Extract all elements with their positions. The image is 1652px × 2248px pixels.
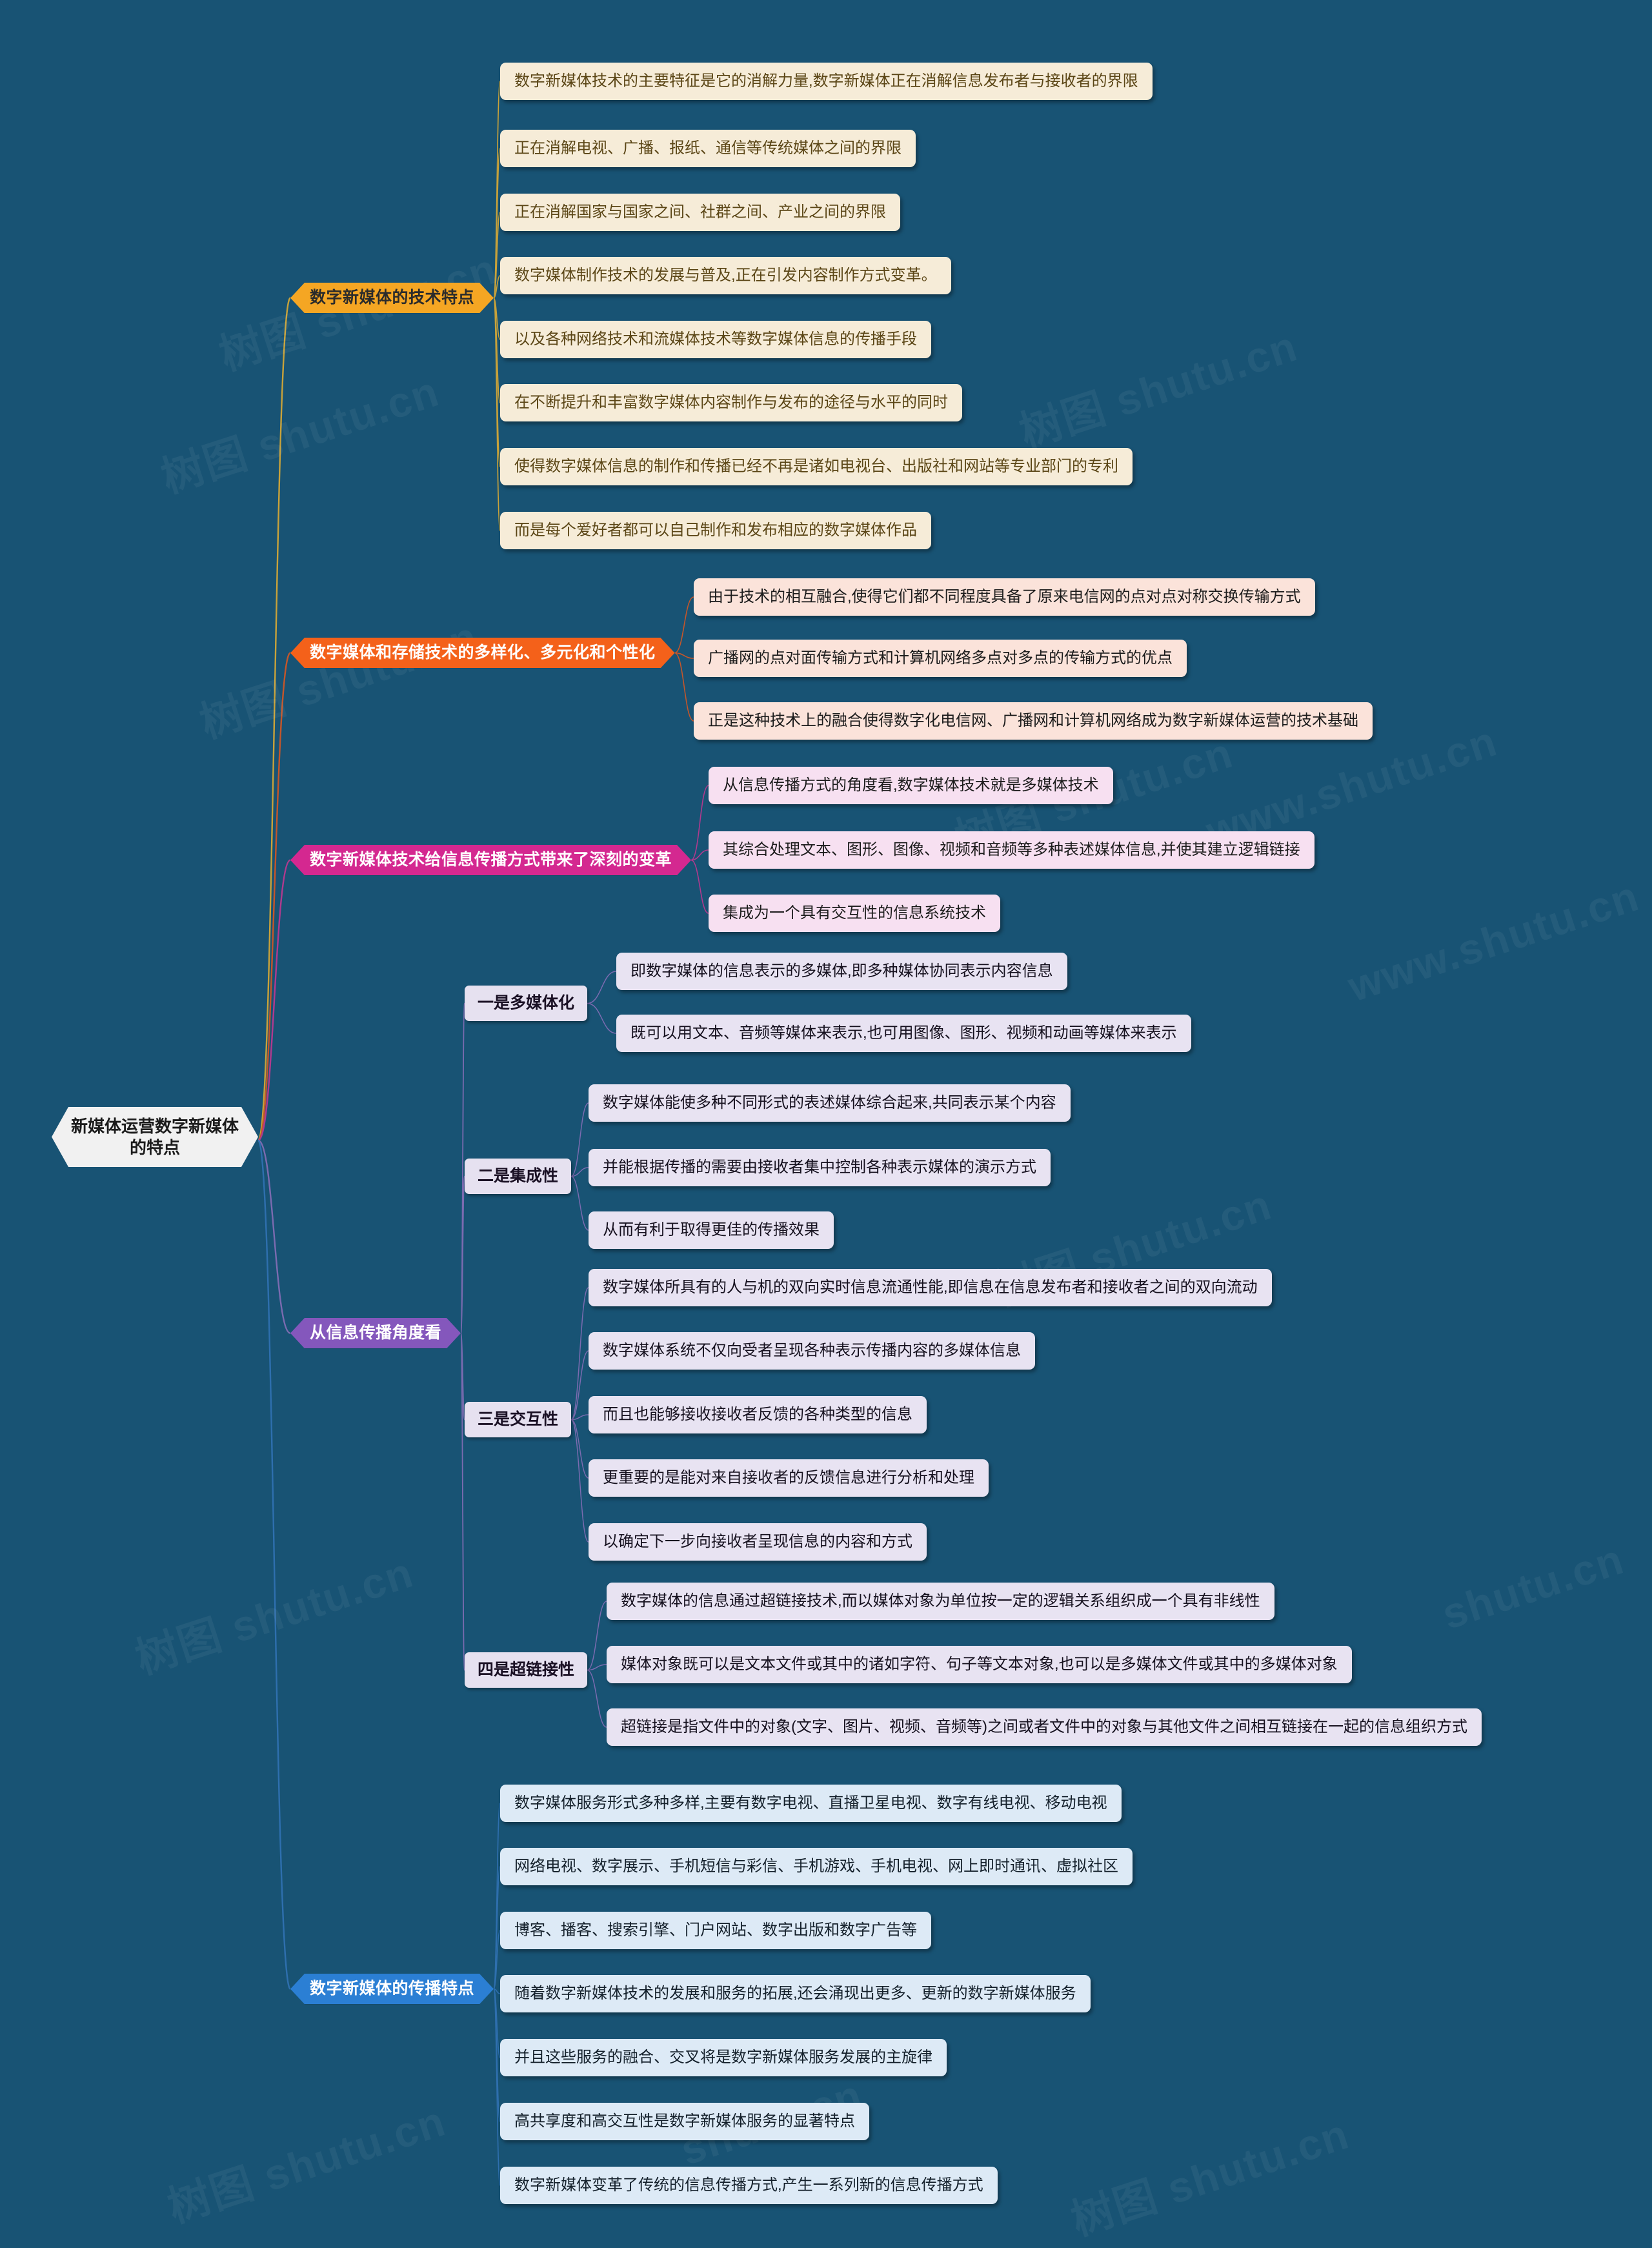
leaf-node[interactable]: 并且这些服务的融合、交叉将是数字新媒体服务发展的主旋律 <box>500 2039 947 2076</box>
leaf-node[interactable]: 即数字媒体的信息表示的多媒体,即多种媒体协同表示内容信息 <box>616 953 1067 990</box>
branch-node-comm-revolution[interactable]: 数字新媒体技术给信息传播方式带来了深刻的变革 <box>290 845 691 875</box>
leaf-node[interactable]: 随着数字新媒体技术的发展和服务的拓展,还会涌现出更多、更新的数字新媒体服务 <box>500 1975 1091 2012</box>
branch-node-dissemination-features[interactable]: 数字新媒体的传播特点 <box>290 1974 494 2004</box>
sub-node-multimedia[interactable]: 一是多媒体化 <box>465 986 588 1022</box>
sub-node-interactivity[interactable]: 三是交互性 <box>465 1402 572 1438</box>
leaf-node[interactable]: 从而有利于取得更佳的传播效果 <box>589 1211 834 1249</box>
leaf-node[interactable]: 正是这种技术上的融合使得数字化电信网、广播网和计算机网络成为数字新媒体运营的技术… <box>694 702 1373 740</box>
mindmap-canvas: 树图 shutu.cn 树图 shutu.cn 树图 shutu.cn 树图 shut… <box>0 0 1652 2244</box>
branch-node-storage-diversity[interactable]: 数字媒体和存储技术的多样化、多元化和个性化 <box>290 638 675 668</box>
leaf-node[interactable]: 而且也能够接收接收者反馈的各种类型的信息 <box>589 1396 927 1433</box>
leaf-node[interactable]: 正在消解国家与国家之间、社群之间、产业之间的界限 <box>500 194 900 231</box>
leaf-node[interactable]: 正在消解电视、广播、报纸、通信等传统媒体之间的界限 <box>500 130 916 167</box>
branch-node-tech-features[interactable]: 数字新媒体的技术特点 <box>290 283 494 313</box>
sub-node-hyperlink[interactable]: 四是超链接性 <box>465 1652 588 1688</box>
leaf-node[interactable]: 数字媒体服务形式多种多样,主要有数字电视、直播卫星电视、数字有线电视、移动电视 <box>500 1785 1122 1822</box>
leaf-node[interactable]: 数字新媒体变革了传统的信息传播方式,产生一系列新的信息传播方式 <box>500 2167 998 2204</box>
leaf-node[interactable]: 在不断提升和丰富数字媒体内容制作与发布的途径与水平的同时 <box>500 384 962 421</box>
leaf-node[interactable]: 网络电视、数字展示、手机短信与彩信、手机游戏、手机电视、网上即时通讯、虚拟社区 <box>500 1848 1133 1885</box>
watermark: www.shutu.cn <box>1342 871 1645 1011</box>
watermark: 树图 shutu.cn <box>194 612 484 747</box>
leaf-node[interactable]: 数字媒体系统不仅向受者呈现各种表示传播内容的多媒体信息 <box>589 1332 1035 1370</box>
leaf-node[interactable]: 更重要的是能对来自接收者的反馈信息进行分析和处理 <box>589 1459 989 1497</box>
watermark: 树图 shutu.cn <box>162 2096 452 2232</box>
leaf-node[interactable]: 既可以用文本、音频等媒体来表示,也可用图像、图形、视频和动画等媒体来表示 <box>616 1015 1191 1052</box>
leaf-node[interactable]: 由于技术的相互融合,使得它们都不同程度具备了原来电信网的点对点对称交换传输方式 <box>694 578 1315 616</box>
leaf-node[interactable]: 数字媒体的信息通过超链接技术,而以媒体对象为单位按一定的逻辑关系组织成一个具有非… <box>607 1583 1274 1620</box>
leaf-node[interactable]: 其综合处理文本、图形、图像、视频和音频等多种表述媒体信息,并使其建立逻辑链接 <box>709 831 1315 869</box>
watermark: 树图 shutu.cn <box>1065 2109 1355 2245</box>
watermark: shutu.cn <box>1436 1534 1630 1639</box>
leaf-node[interactable]: 从信息传播方式的角度看,数字媒体技术就是多媒体技术 <box>709 767 1113 804</box>
leaf-node[interactable]: 以及各种网络技术和流媒体技术等数字媒体信息的传播手段 <box>500 321 931 358</box>
root-node[interactable]: 新媒体运营数字新媒体的特点 <box>52 1107 258 1167</box>
branch-node-from-comm-angle[interactable]: 从信息传播角度看 <box>290 1318 461 1348</box>
leaf-node[interactable]: 高共享度和高交互性是数字新媒体服务的显著特点 <box>500 2103 869 2140</box>
leaf-node[interactable]: 超链接是指文件中的对象(文字、图片、视频、音频等)之间或者文件中的对象与其他文件… <box>607 1708 1482 1746</box>
leaf-node[interactable]: 以确定下一步向接收者呈现信息的内容和方式 <box>589 1523 927 1561</box>
watermark: 树图 shutu.cn <box>130 1548 419 1683</box>
leaf-node[interactable]: 博客、播客、搜索引擎、门户网站、数字出版和数字广告等 <box>500 1912 931 1949</box>
sub-node-integration[interactable]: 二是集成性 <box>465 1159 572 1195</box>
watermark: 树图 shutu.cn <box>1014 321 1304 457</box>
leaf-node[interactable]: 并能根据传播的需要由接收者集中控制各种表示媒体的演示方式 <box>589 1149 1051 1186</box>
leaf-node[interactable]: 数字媒体所具有的人与机的双向实时信息流通性能,即信息在信息发布者和接收者之间的双… <box>589 1269 1272 1306</box>
leaf-node[interactable]: 广播网的点对面传输方式和计算机网络多点对多点的传输方式的优点 <box>694 640 1187 677</box>
leaf-node[interactable]: 媒体对象既可以是文本文件或其中的诸如字符、句子等文本对象,也可以是多媒体文件或其… <box>607 1646 1352 1683</box>
leaf-node[interactable]: 数字新媒体技术的主要特征是它的消解力量,数字新媒体正在消解信息发布者与接收者的界… <box>500 63 1153 100</box>
leaf-node[interactable]: 使得数字媒体信息的制作和传播已经不再是诸如电视台、出版社和网站等专业部门的专利 <box>500 448 1133 485</box>
watermark: 树图 shutu.cn <box>156 367 445 502</box>
leaf-node[interactable]: 数字媒体能使多种不同形式的表述媒体综合起来,共同表示某个内容 <box>589 1084 1071 1122</box>
leaf-node[interactable]: 数字媒体制作技术的发展与普及,正在引发内容制作方式变革。 <box>500 257 951 294</box>
leaf-node[interactable]: 而是每个爱好者都可以自己制作和发布相应的数字媒体作品 <box>500 512 931 549</box>
leaf-node[interactable]: 集成为一个具有交互性的信息系统技术 <box>709 895 1000 932</box>
